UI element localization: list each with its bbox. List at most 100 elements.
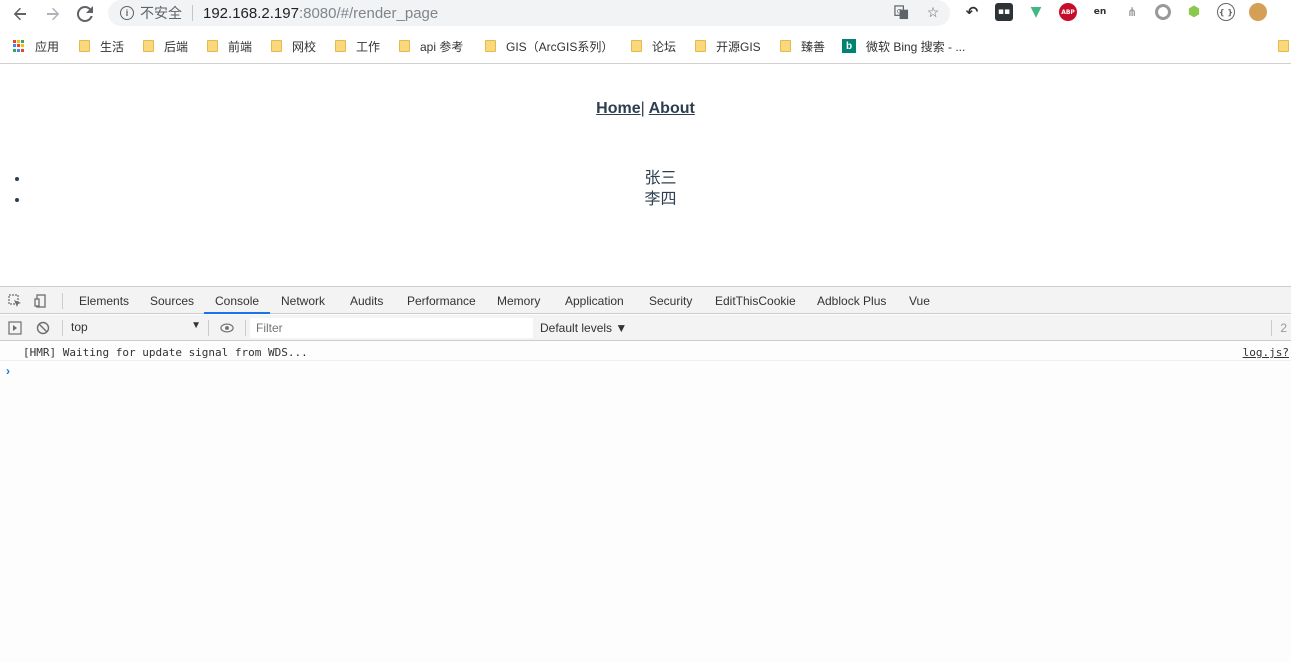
bookmark-folder[interactable]: 工作: [335, 38, 380, 54]
device-toolbar-icon[interactable]: [33, 293, 49, 309]
divider: [208, 320, 209, 336]
message-source-link[interactable]: log.js?: [1243, 346, 1289, 359]
folder-icon: [271, 40, 282, 52]
list-item: 李四: [30, 189, 1291, 210]
other-bookmarks[interactable]: [1278, 38, 1291, 54]
bookmark-label: 前端: [228, 39, 253, 54]
tab-adblock-plus[interactable]: Adblock Plus: [817, 294, 886, 308]
translate-icon[interactable]: G: [892, 3, 910, 21]
tab-memory[interactable]: Memory: [497, 294, 540, 308]
tab-security[interactable]: Security: [649, 294, 692, 308]
tab-performance[interactable]: Performance: [407, 294, 476, 308]
log-levels-dropdown[interactable]: Default levels ▼: [540, 321, 627, 335]
bookmark-folder[interactable]: GIS（ArcGIS系列）: [485, 38, 613, 54]
apps-grid-icon: [13, 40, 25, 52]
tab-elements[interactable]: Elements: [79, 294, 129, 308]
bing-icon: b: [842, 39, 856, 53]
list-item: 张三: [30, 168, 1291, 189]
bookmark-label: 微软 Bing 搜索 - ...: [866, 39, 966, 54]
bookmark-label: 论坛: [652, 39, 677, 54]
folder-icon: [207, 40, 218, 52]
divider: [192, 5, 193, 21]
browser-toolbar: i 不安全 192.168.2.197:8080/#/render_page G…: [0, 0, 1291, 28]
bookmark-folder[interactable]: api 参考: [399, 38, 463, 54]
url-host: 192.168.2.197: [203, 4, 299, 22]
divider: [1271, 320, 1272, 336]
context-value: top: [71, 320, 88, 334]
forward-button[interactable]: [43, 4, 63, 24]
divider: [62, 293, 63, 309]
svg-text:G: G: [896, 7, 901, 15]
security-label: 不安全: [140, 5, 182, 21]
reload-icon: [77, 6, 93, 22]
folder-icon: [79, 40, 90, 52]
inspect-element-icon[interactable]: [7, 293, 23, 309]
active-tab-indicator: [204, 312, 270, 314]
divider: [62, 320, 63, 336]
page-nav: Home| About: [0, 100, 1291, 118]
bookmarks-bar: 应用 生活 后端 前端 网校 工作 api 参考 GIS（ArcGIS系列） 论…: [0, 32, 1291, 60]
bookmark-star-icon[interactable]: ☆: [924, 3, 942, 21]
bookmark-bing[interactable]: b 微软 Bing 搜索 - ...: [842, 38, 965, 54]
folder-icon: [399, 40, 410, 52]
folder-icon: [780, 40, 791, 52]
tree-extension-icon[interactable]: ⋔: [1123, 3, 1141, 21]
folder-icon: [143, 40, 154, 52]
console-prompt[interactable]: ›: [6, 364, 10, 378]
message-text: [HMR] Waiting for update signal from WDS…: [23, 346, 308, 359]
tab-network[interactable]: Network: [281, 294, 325, 308]
bookmark-folder[interactable]: 后端: [143, 38, 188, 54]
console-toolbar: top ▼ Default levels ▼ 2: [0, 315, 1291, 341]
circle-extension-icon[interactable]: [1155, 4, 1171, 20]
info-icon[interactable]: i: [120, 6, 134, 20]
undo-extension-icon[interactable]: ↶: [963, 3, 981, 21]
omnibox-actions: G ☆: [892, 3, 942, 21]
tab-application[interactable]: Application: [565, 294, 624, 308]
bookmark-label: 网校: [292, 39, 317, 54]
adblock-plus-icon[interactable]: ABP: [1059, 3, 1077, 21]
bookmark-folder[interactable]: 开源GIS: [695, 38, 761, 54]
divider: [245, 320, 246, 336]
bookmark-label: GIS（ArcGIS系列）: [506, 39, 614, 54]
home-link[interactable]: Home: [596, 100, 640, 117]
tab-audits[interactable]: Audits: [350, 294, 383, 308]
bookmark-folder[interactable]: 论坛: [631, 38, 676, 54]
about-link[interactable]: About: [649, 100, 695, 117]
bookmark-folder[interactable]: 网校: [271, 38, 316, 54]
arrow-left-icon: [13, 7, 26, 21]
bookmark-folder[interactable]: 臻善: [780, 38, 825, 54]
folder-icon: [695, 40, 706, 52]
reload-button[interactable]: [75, 4, 95, 24]
clear-console-icon[interactable]: [35, 320, 51, 336]
user-list: 张三 李四: [0, 168, 1291, 210]
devtools-tabbar: Elements Sources Console Network Audits …: [0, 287, 1291, 314]
tab-editthiscookie[interactable]: EditThisCookie: [715, 294, 796, 308]
bookmark-label: 臻善: [801, 39, 826, 54]
tab-sources[interactable]: Sources: [150, 294, 194, 308]
folder-icon: [631, 40, 642, 52]
eye-icon[interactable]: [219, 320, 235, 336]
bookmark-apps[interactable]: 应用: [13, 38, 59, 54]
extensions-bar: ↶ ▪▪ ▼ ABP en ⋔ ⬢ { }: [963, 3, 1267, 21]
console-message: [HMR] Waiting for update signal from WDS…: [0, 343, 1291, 361]
filter-input[interactable]: [250, 318, 533, 338]
folder-icon: [1278, 40, 1289, 52]
message-count: 2: [1280, 321, 1287, 335]
context-select[interactable]: top ▼: [71, 320, 201, 334]
vue-devtools-icon[interactable]: ▼: [1027, 3, 1045, 21]
address-bar[interactable]: i 不安全 192.168.2.197:8080/#/render_page G…: [108, 0, 950, 26]
page-viewport: Home| About 张三 李四: [0, 64, 1291, 286]
translator-en-icon[interactable]: en: [1091, 3, 1109, 21]
nav-separator: |: [640, 100, 645, 117]
bookmark-folder[interactable]: 生活: [79, 38, 124, 54]
bookmark-folder[interactable]: 前端: [207, 38, 252, 54]
json-viewer-icon[interactable]: { }: [1217, 3, 1235, 21]
sidebar-toggle-icon[interactable]: [7, 320, 23, 336]
nodejs-icon[interactable]: ⬢: [1185, 3, 1203, 21]
devtools-panel: Elements Sources Console Network Audits …: [0, 286, 1291, 662]
tab-console[interactable]: Console: [215, 294, 259, 308]
terminal-extension-icon[interactable]: ▪▪: [995, 3, 1013, 21]
back-button[interactable]: [10, 4, 30, 24]
tab-vue[interactable]: Vue: [909, 294, 930, 308]
cookie-icon[interactable]: [1249, 3, 1267, 21]
